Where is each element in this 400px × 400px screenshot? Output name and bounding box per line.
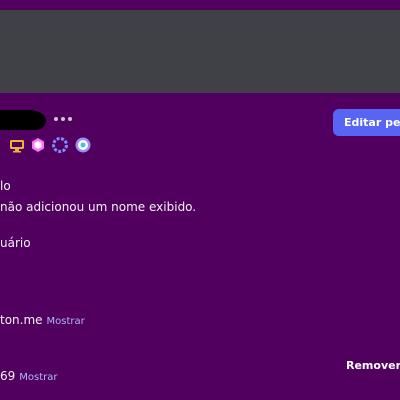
show-link[interactable]: Mostrar	[47, 316, 85, 327]
username-heading: uário	[0, 236, 31, 250]
nitro-gem-icon[interactable]	[29, 136, 47, 154]
quest-badge-icon[interactable]	[74, 136, 92, 154]
display-name-text: não adicionou um nome exibido.	[0, 200, 197, 214]
remove-button[interactable]: Remover	[346, 359, 400, 372]
redacted-username	[0, 110, 46, 130]
server-booster-icon[interactable]	[51, 136, 69, 154]
computer-icon[interactable]	[8, 136, 26, 154]
edit-profile-button[interactable]: Editar perfil	[333, 109, 400, 136]
show-link[interactable]: Mostrar	[19, 372, 57, 383]
top-strip	[0, 0, 400, 10]
profile-banner	[0, 10, 400, 93]
connection-text: 69	[0, 369, 16, 383]
more-options-icon[interactable]	[54, 112, 74, 124]
display-name-heading: lo	[0, 179, 11, 193]
connection-text: ton.me	[0, 313, 43, 327]
connection-row: ton.me Mostrar	[0, 313, 85, 327]
connection-row: 69 Mostrar	[0, 369, 58, 383]
